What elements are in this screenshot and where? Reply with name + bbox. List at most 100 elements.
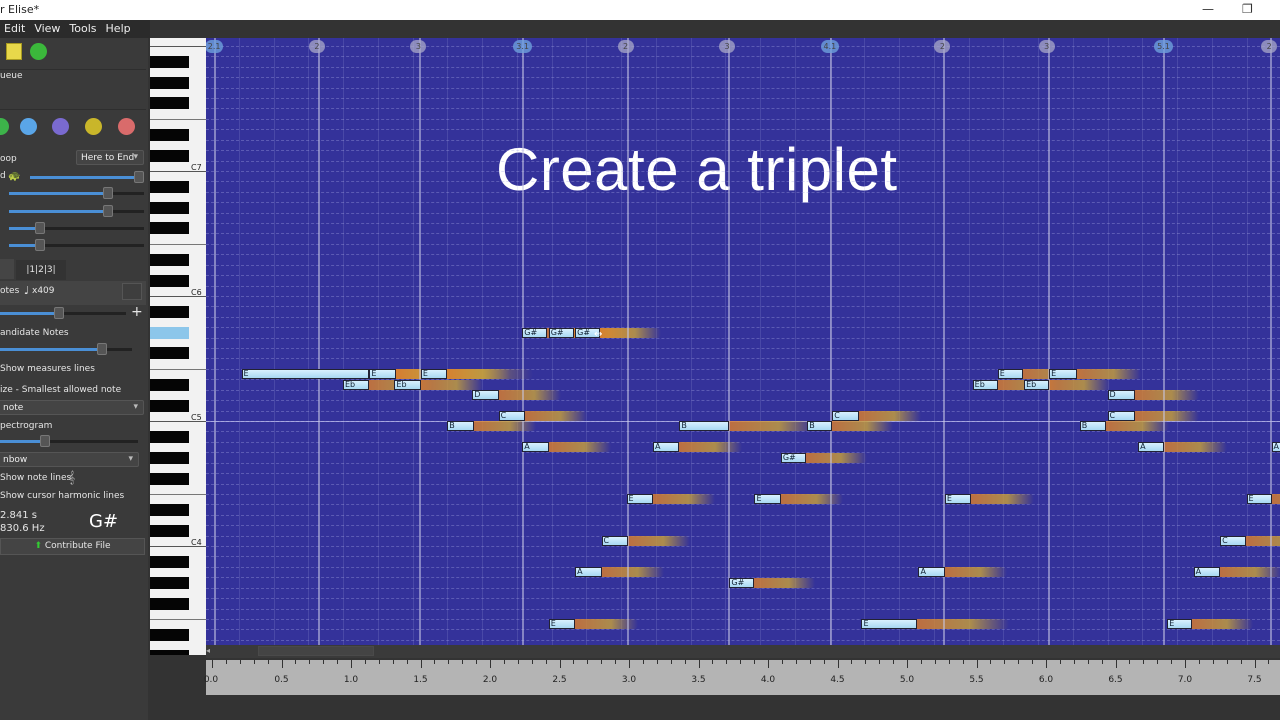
black-key[interactable] <box>150 378 189 391</box>
black-key[interactable] <box>150 628 189 641</box>
note-block[interactable]: A <box>575 567 602 578</box>
note-block[interactable]: G# <box>548 327 574 338</box>
scrollbar-thumb[interactable] <box>258 646 374 656</box>
note-block[interactable]: A <box>1138 442 1165 453</box>
note-block[interactable]: C <box>1107 411 1136 421</box>
note-block[interactable]: A <box>918 567 945 578</box>
save-icon[interactable] <box>6 43 22 60</box>
volume-slider-2[interactable] <box>9 205 144 217</box>
colormap-dropdown[interactable]: nbow <box>0 452 139 467</box>
black-key[interactable] <box>150 128 189 141</box>
note-block[interactable]: A <box>1193 567 1221 578</box>
black-key[interactable] <box>150 149 189 162</box>
time-ruler[interactable]: 0.0 0.5 1.0 1.5 2.0 2.5 3.0 3.5 4.0 4.5 5.0 5.5 6.0 6… <box>204 660 1280 695</box>
note-block[interactable]: C <box>498 411 526 421</box>
black-key[interactable] <box>150 430 189 443</box>
note-block[interactable]: E <box>369 369 396 380</box>
note-block[interactable]: D <box>1107 390 1136 401</box>
note-block[interactable]: D <box>472 390 499 401</box>
black-key[interactable] <box>150 305 189 318</box>
show-harmonic-checkbox[interactable]: Show cursor harmonic lines <box>0 491 124 501</box>
stop-icon[interactable] <box>118 118 135 135</box>
speed-slider[interactable] <box>30 171 144 183</box>
note-block[interactable]: E <box>1049 369 1077 380</box>
beat-marker[interactable]: 2 <box>934 40 951 53</box>
note-block[interactable]: E <box>861 619 918 630</box>
black-key[interactable] <box>150 472 189 485</box>
piano-keyboard[interactable]: C7 C6 C5 C4 <box>150 38 206 655</box>
pause-icon[interactable] <box>85 118 102 135</box>
metronome-button[interactable] <box>122 283 142 300</box>
beat-marker[interactable]: 3 <box>410 40 427 53</box>
black-key[interactable] <box>150 524 189 537</box>
plus-button[interactable]: + <box>131 304 143 320</box>
note-block[interactable]: B <box>807 421 833 432</box>
show-note-lines-checkbox[interactable]: Show note lines <box>0 473 71 483</box>
note-block[interactable]: A <box>522 442 549 453</box>
note-block[interactable]: G# <box>780 452 806 463</box>
tab-main[interactable] <box>0 259 14 279</box>
black-key[interactable] <box>150 97 189 110</box>
beat-marker[interactable]: 4.1 <box>820 40 840 53</box>
music-green-icon[interactable] <box>30 43 47 60</box>
beat-marker[interactable]: 2 <box>308 40 325 53</box>
scroll-left-arrow[interactable]: ◂ <box>206 646 210 655</box>
beat-marker[interactable]: 3 <box>1038 40 1055 53</box>
play-headphone-icon[interactable] <box>52 118 69 135</box>
note-block[interactable]: C <box>1220 536 1247 547</box>
menu-edit[interactable]: Edit <box>4 22 25 36</box>
beat-marker[interactable]: 3.1 <box>513 40 533 53</box>
note-block[interactable]: E <box>420 369 448 380</box>
note-block[interactable]: C <box>601 536 628 547</box>
note-block[interactable]: E <box>944 494 972 505</box>
notes-zoom-slider[interactable] <box>0 307 126 319</box>
level-slider-3[interactable] <box>9 222 144 234</box>
show-measures-checkbox[interactable]: Show measures lines <box>0 364 95 374</box>
size-dropdown[interactable]: note <box>0 400 144 415</box>
candidate-slider[interactable] <box>0 343 132 355</box>
note-block[interactable]: E <box>548 619 576 630</box>
note-block[interactable]: E <box>754 494 781 505</box>
note-block[interactable]: Eb <box>972 379 998 390</box>
black-key[interactable] <box>150 555 189 568</box>
note-block[interactable]: E <box>626 494 653 505</box>
beat-marker[interactable]: 2 <box>617 40 634 53</box>
black-key[interactable] <box>150 76 189 89</box>
menu-tools[interactable]: Tools <box>69 22 96 36</box>
black-key[interactable] <box>150 180 189 193</box>
loop-mode-dropdown[interactable]: Here to End <box>76 150 144 165</box>
beat-marker[interactable]: 2 <box>1261 40 1278 53</box>
menu-help[interactable]: Help <box>106 22 131 36</box>
minimize-button[interactable]: — <box>1202 2 1214 16</box>
black-key[interactable] <box>150 451 189 464</box>
note-block[interactable]: G# <box>729 577 755 588</box>
note-block[interactable]: B <box>447 421 474 432</box>
black-key[interactable] <box>150 222 189 235</box>
note-block[interactable]: Eb <box>1024 379 1050 390</box>
note-block[interactable]: B <box>679 421 730 432</box>
horizontal-scrollbar[interactable]: ◂ <box>206 645 1280 658</box>
black-key[interactable] <box>150 347 189 360</box>
note-block[interactable]: A <box>1271 442 1280 453</box>
black-key[interactable] <box>150 201 189 214</box>
black-key[interactable] <box>150 503 189 516</box>
highlighted-key[interactable] <box>150 326 189 339</box>
note-grid[interactable]: Create a triplet 2.1 2 3 3.1 2 3 4.1 2 3 5.1 2 E Eb E… <box>206 38 1280 655</box>
black-key[interactable] <box>150 649 189 655</box>
note-block[interactable]: Eb <box>343 379 370 390</box>
volume-slider-1[interactable] <box>9 187 144 199</box>
note-block[interactable]: G# <box>522 327 548 338</box>
black-key[interactable] <box>150 597 189 610</box>
black-key[interactable] <box>150 576 189 589</box>
black-key[interactable] <box>150 55 189 68</box>
contribute-file-button[interactable]: ⬆ Contribute File <box>0 538 145 555</box>
note-block[interactable]: C <box>832 411 859 421</box>
note-block[interactable]: A <box>652 442 680 453</box>
play-note-icon[interactable] <box>20 118 37 135</box>
beat-marker[interactable]: 3 <box>719 40 736 53</box>
play-green-icon[interactable] <box>0 118 9 135</box>
level-slider-4[interactable] <box>9 239 144 251</box>
note-block[interactable]: E <box>1167 619 1193 630</box>
spectrogram-slider[interactable] <box>0 435 138 447</box>
note-block[interactable]: Eb <box>394 379 421 390</box>
